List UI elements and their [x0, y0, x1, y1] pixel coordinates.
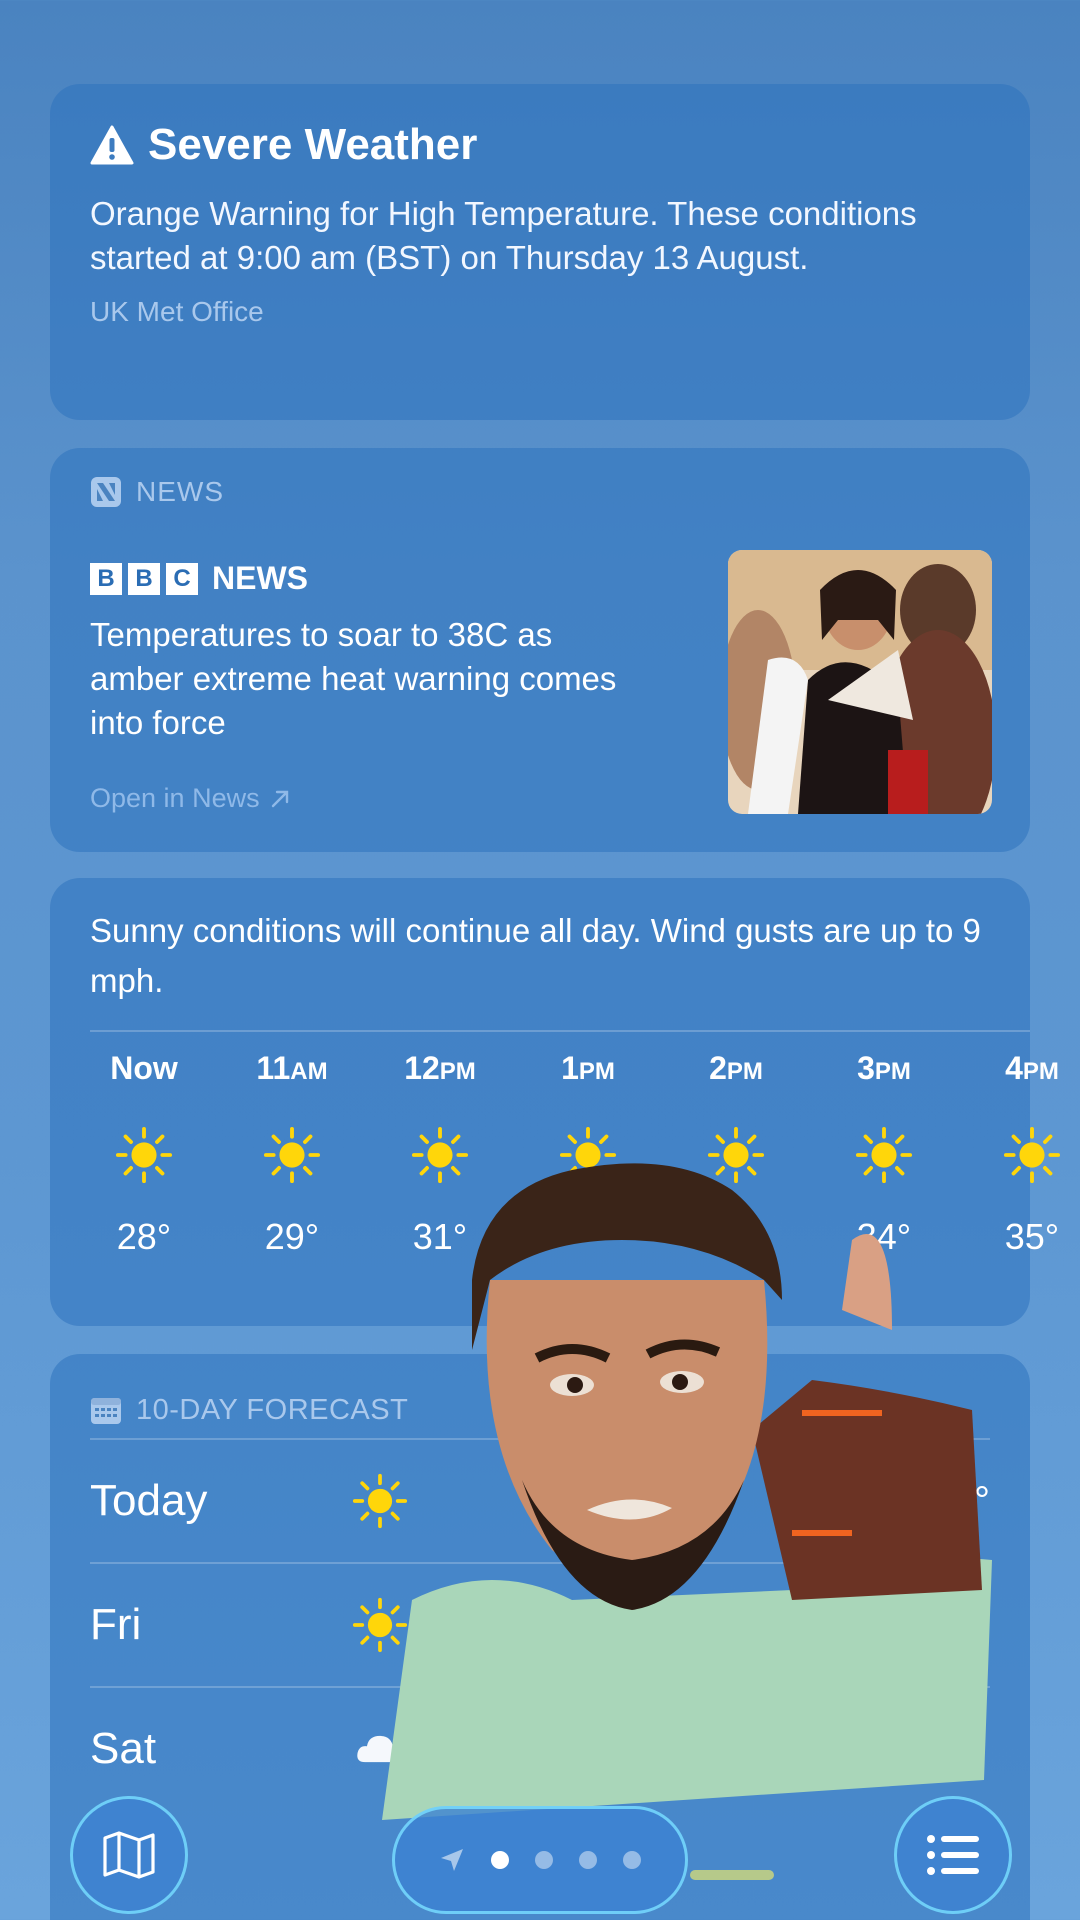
hour-icon-wrap — [263, 1126, 321, 1186]
hour-number: 4 — [1005, 1050, 1023, 1086]
list-icon — [927, 1835, 979, 1875]
news-section-label: NEWS — [136, 476, 224, 507]
hour-label: 11AM — [256, 1050, 327, 1096]
severe-weather-card[interactable]: Severe Weather Orange Warning for High T… — [50, 84, 1030, 420]
page-dot-4[interactable] — [623, 1851, 641, 1869]
hour-label: 2PM — [709, 1050, 763, 1096]
bbc-logo-box-3: C — [166, 562, 198, 595]
hour-label: 4PM — [1005, 1050, 1059, 1096]
hour-number: 11 — [256, 1050, 291, 1086]
forecast-day: Today — [90, 1476, 208, 1525]
alert-source[interactable]: UK Met Office — [90, 296, 990, 328]
bbc-logo-box-1: B — [90, 562, 122, 595]
sun-icon — [115, 1126, 173, 1184]
hour-number: 1 — [561, 1050, 579, 1086]
sun-icon — [1003, 1126, 1061, 1184]
sun-icon — [263, 1126, 321, 1184]
arrow-up-right-icon — [271, 790, 288, 807]
alert-body: Orange Warning for High Temperature. The… — [90, 195, 917, 276]
hour-label: Now — [110, 1050, 178, 1096]
hour-suffix: PM — [874, 1058, 911, 1085]
hour-icon-wrap — [115, 1126, 173, 1186]
page-dot-2[interactable] — [535, 1851, 553, 1869]
page-indicator[interactable] — [392, 1806, 688, 1914]
news-card[interactable]: NEWS B B C NEWS Temperatures to soar to … — [50, 448, 1030, 852]
hour-suffix: PM — [1022, 1058, 1059, 1085]
alert-title: Severe Weather — [148, 120, 478, 169]
ten-day-label: 10-DAY FORECAST — [136, 1393, 409, 1426]
page-dot-1[interactable] — [491, 1851, 509, 1869]
location-arrow-icon — [441, 1849, 463, 1871]
hour-number: 12 — [404, 1050, 440, 1086]
news-headline[interactable]: Temperatures to soar to 38C as amber ext… — [90, 613, 650, 745]
calendar-icon — [91, 1398, 121, 1424]
hour-icon-wrap — [1003, 1126, 1061, 1186]
hour-temp: 29° — [264, 1216, 320, 1257]
news-thumbnail-image — [728, 550, 992, 814]
news-section-header: NEWS — [90, 476, 990, 508]
locations-list-button[interactable] — [894, 1796, 1012, 1914]
forecast-day: Sat — [90, 1724, 157, 1773]
hourly-summary: Sunny conditions will continue all day. … — [90, 912, 981, 999]
map-button[interactable] — [70, 1796, 188, 1914]
hourly-divider — [90, 1030, 1030, 1032]
scroll-bar-hint — [690, 1870, 774, 1880]
forecast-day: Fri — [90, 1600, 142, 1649]
hour-suffix: PM — [578, 1058, 615, 1085]
page-dot-3[interactable] — [579, 1851, 597, 1869]
hour-number: 2 — [709, 1050, 727, 1086]
hour-column: 11AM 29° — [218, 1050, 366, 1258]
selfie-person-image — [382, 1163, 992, 1820]
hour-number: 3 — [857, 1050, 875, 1086]
news-thumbnail[interactable] — [728, 550, 992, 814]
hour-temp: 35° — [1004, 1216, 1060, 1257]
hour-column: Now 28° — [70, 1050, 218, 1258]
warning-triangle-icon — [90, 125, 134, 165]
hour-number: Now — [110, 1050, 178, 1086]
hour-suffix: PM — [726, 1058, 763, 1085]
hour-label: 1PM — [561, 1050, 615, 1096]
hour-temp: 28° — [116, 1216, 172, 1257]
alert-title-row: Severe Weather — [90, 120, 990, 170]
bbc-logo-box-2: B — [128, 562, 160, 595]
bbc-logo-word: NEWS — [212, 560, 308, 596]
hour-suffix: PM — [439, 1058, 476, 1085]
apple-news-icon — [91, 477, 121, 507]
hour-label: 3PM — [857, 1050, 911, 1096]
map-icon — [103, 1831, 155, 1879]
selfie-video-overlay — [372, 1130, 992, 1820]
hour-label: 12PM — [404, 1050, 476, 1096]
hour-suffix: AM — [290, 1058, 328, 1085]
open-in-news-label: Open in News — [90, 783, 260, 813]
